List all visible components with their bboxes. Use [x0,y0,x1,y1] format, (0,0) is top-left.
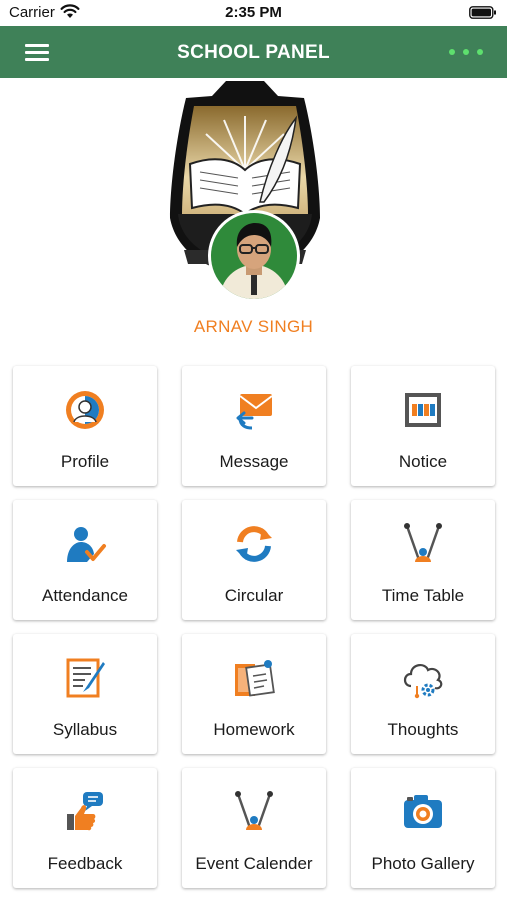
student-name: ARNAV SINGH [193,317,314,336]
tile-label: Profile [60,452,110,471]
student-photo [211,213,297,299]
homework-icon [235,660,275,697]
tile-notice[interactable]: Notice [351,366,495,486]
tile-label: Syllabus [52,720,118,739]
tile-homework[interactable]: Homework [182,634,326,754]
more-options-button[interactable] [445,42,487,62]
attendance-icon [67,527,106,562]
photo-gallery-icon [404,795,442,828]
page-title: SCHOOL PANEL [177,42,330,63]
tile-label: Message [219,452,289,471]
tile-event-calender[interactable]: Event Calender [182,768,326,888]
hamburger-menu-button[interactable] [22,38,52,66]
message-icon [236,394,273,430]
student-avatar[interactable] [208,210,300,302]
tile-label: Attendance [41,586,128,605]
tile-thoughts[interactable]: Thoughts [351,634,495,754]
status-bar: Carrier 2:35 PM [0,0,507,26]
tile-label: Notice [398,452,448,471]
battery-icon [469,6,496,19]
feedback-icon [67,792,103,831]
tile-label: Feedback [47,854,123,873]
tile-label: Thoughts [387,720,459,739]
tile-label: Time Table [381,586,465,605]
app-header: SCHOOL PANEL [0,26,507,78]
tile-feedback[interactable]: Feedback [13,768,157,888]
tile-label: Event Calender [195,854,313,873]
tile-profile[interactable]: Profile [13,366,157,486]
tile-time-table[interactable]: Time Table [351,500,495,620]
notice-icon [405,393,441,427]
tile-attendance[interactable]: Attendance [13,500,157,620]
tile-photo-gallery[interactable]: Photo Gallery [351,768,495,888]
time-table-icon [404,523,442,562]
tile-label: Photo Gallery [371,854,475,873]
profile-icon [66,391,104,429]
tile-label: Homework [213,720,295,739]
clock: 2:35 PM [225,4,282,21]
tile-message[interactable]: Message [182,366,326,486]
syllabus-icon [66,658,105,698]
circular-icon [236,526,272,562]
profile-hero: ARNAV SINGH [0,78,507,358]
tile-syllabus[interactable]: Syllabus [13,634,157,754]
tile-circular[interactable]: Circular [182,500,326,620]
event-calender-icon [235,791,273,830]
thoughts-icon [403,664,443,699]
tile-label: Circular [224,586,284,605]
